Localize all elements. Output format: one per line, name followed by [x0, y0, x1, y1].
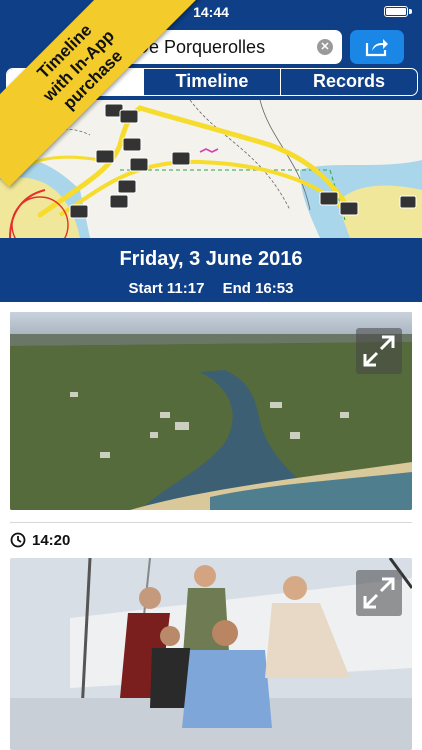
expand-icon	[363, 335, 395, 367]
timeline-entry-time: 14:20	[10, 532, 70, 552]
tab-timeline[interactable]: Timeline	[143, 69, 280, 95]
status-time: 14:44	[193, 4, 229, 20]
tab-records[interactable]: Records	[280, 69, 417, 95]
share-button[interactable]	[350, 30, 404, 64]
sailboat-party-photo[interactable]	[10, 558, 412, 750]
battery-icon	[384, 6, 408, 17]
expand-icon	[363, 577, 395, 609]
trip-date: Friday, 3 June 2016	[119, 248, 303, 270]
trip-start: Start 11:17	[128, 280, 205, 297]
aerial-harbor-photo[interactable]	[10, 312, 412, 510]
timeline-divider	[10, 522, 412, 523]
clear-icon[interactable]: ✕	[317, 39, 333, 55]
battery-tip-icon	[409, 9, 412, 14]
status-bar: 14:44	[0, 0, 422, 24]
trip-header: Friday, 3 June 2016 Start 11:17 End 16:5…	[0, 238, 422, 302]
expand-photo-button[interactable]	[356, 570, 402, 616]
trip-end: End 16:53	[222, 280, 294, 297]
search-input[interactable]	[136, 30, 306, 64]
entry-time: 14:20	[32, 532, 71, 549]
expand-photo-button[interactable]	[356, 328, 402, 374]
share-icon	[365, 39, 388, 57]
trip-times: Start 11:17 End 16:53	[0, 280, 422, 297]
clock-icon	[10, 532, 26, 548]
